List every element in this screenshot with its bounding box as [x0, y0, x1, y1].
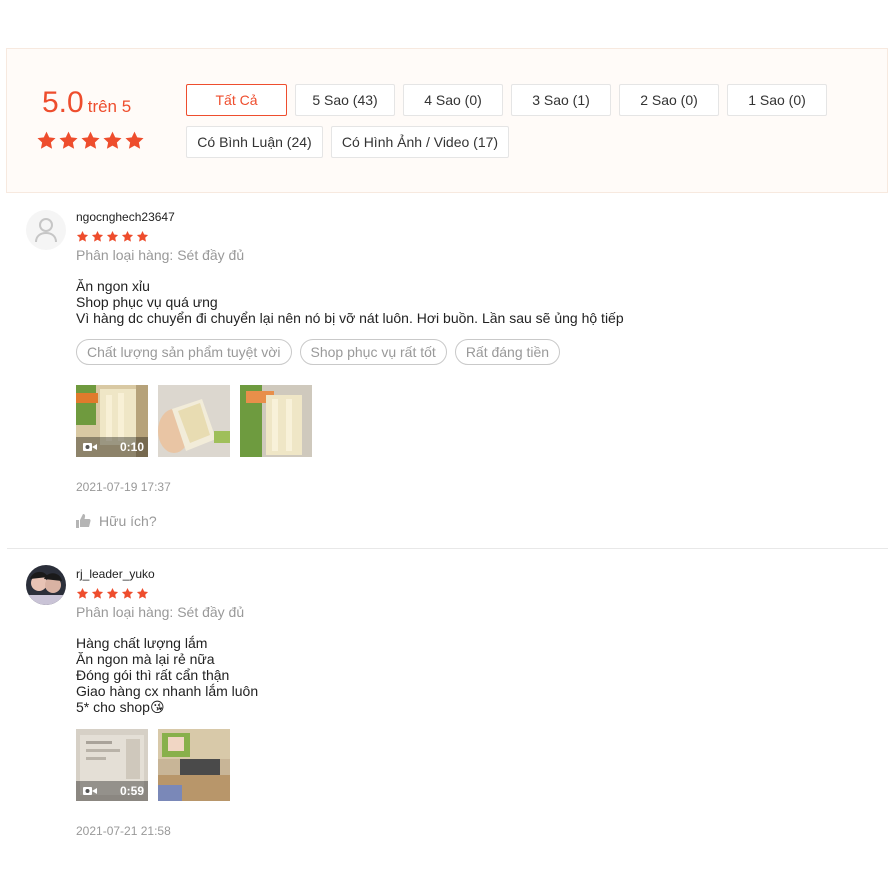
star-icon — [106, 587, 119, 599]
review-photo — [158, 729, 230, 801]
filter-with-comments-button[interactable]: Có Bình Luận (24) — [186, 126, 323, 158]
comment-line: 5* cho shop — [76, 699, 150, 715]
star-icon — [103, 131, 122, 149]
review-photo — [240, 385, 312, 457]
review-image-thumbnail[interactable] — [158, 729, 230, 801]
star-icon — [37, 131, 56, 149]
review-video-thumbnail[interactable]: 0:59 — [76, 729, 148, 801]
star-icon — [91, 230, 104, 242]
comment-line: Shop phục vụ quá ưng — [76, 294, 218, 310]
review-timestamp: 2021-07-19 17:37 — [76, 480, 171, 494]
comment-line: Giao hàng cx nhanh lắm luôn — [76, 683, 259, 699]
review-comment: Ăn ngon xỉu Shop phục vụ quá ưng Vì hàng… — [76, 278, 624, 326]
avatar[interactable] — [26, 210, 66, 250]
video-duration: 0:59 — [119, 784, 144, 798]
video-duration: 0:10 — [119, 440, 144, 454]
review-media: 0:59 — [76, 729, 230, 801]
filter-4-star-button[interactable]: 4 Sao (0) — [403, 84, 503, 116]
rating-summary-panel — [6, 48, 888, 193]
comment-line: Ăn ngon xỉu — [76, 278, 150, 294]
filter-with-media-button[interactable]: Có Hình Ảnh / Video (17) — [331, 126, 509, 158]
star-icon — [136, 587, 149, 599]
review-image-thumbnail[interactable] — [240, 385, 312, 457]
comment-line: Ăn ngon mà lại rẻ nữa — [76, 651, 215, 667]
overall-stars — [36, 130, 145, 151]
filter-3-star-button[interactable]: 3 Sao (1) — [511, 84, 611, 116]
review-variant: Phân loại hàng: Sét đầy đủ — [76, 604, 245, 620]
review-variant: Phân loại hàng: Sét đầy đủ — [76, 247, 245, 263]
review-tag: Shop phục vụ rất tốt — [299, 339, 447, 365]
comment-line: Vì hàng dc chuyển đi chuyển lại nên nó b… — [76, 310, 624, 326]
kiss-emoji: 😘 — [149, 699, 165, 715]
review-username[interactable]: rj_leader_yuko — [76, 567, 155, 581]
comment-line: Đóng gói thì rất cẩn thận — [76, 667, 230, 683]
star-icon — [125, 131, 144, 149]
filter-all-button[interactable]: Tất Cả — [186, 84, 287, 116]
score-value: 5.0 — [42, 86, 84, 119]
filter-2-star-button[interactable]: 2 Sao (0) — [619, 84, 719, 116]
review-timestamp: 2021-07-21 21:58 — [76, 824, 171, 838]
review-tags: Chất lượng sản phẩm tuyệt vời Shop phục … — [76, 339, 561, 365]
comment-line: Hàng chất lượng lắm — [76, 635, 208, 651]
helpful-label: Hữu ích? — [99, 513, 157, 529]
review-stars — [76, 587, 149, 600]
review-image-thumbnail[interactable] — [158, 385, 230, 457]
avatar[interactable] — [26, 565, 66, 605]
star-icon — [81, 131, 100, 149]
star-icon — [59, 131, 78, 149]
user-icon — [35, 218, 57, 243]
video-camera-icon — [83, 787, 97, 795]
review-stars — [76, 230, 149, 243]
star-icon — [76, 230, 89, 242]
review-tag: Chất lượng sản phẩm tuyệt vời — [76, 339, 292, 365]
star-icon — [91, 587, 104, 599]
review-divider — [7, 548, 888, 549]
filter-5-star-button[interactable]: 5 Sao (43) — [295, 84, 395, 116]
star-icon — [136, 230, 149, 242]
review-comment: Hàng chất lượng lắm Ăn ngon mà lại rẻ nữ… — [76, 635, 258, 715]
video-duration-bar: 0:59 — [76, 781, 148, 801]
review-photo — [158, 385, 230, 457]
comment-line-last: 5* cho shop😘 — [76, 699, 258, 715]
video-camera-icon — [83, 443, 97, 451]
star-icon — [76, 587, 89, 599]
review-username[interactable]: ngocnghech23647 — [76, 210, 175, 224]
star-icon — [121, 230, 134, 242]
review-media: 0:10 — [76, 385, 312, 457]
filter-1-star-button[interactable]: 1 Sao (0) — [727, 84, 827, 116]
star-icon — [121, 587, 134, 599]
video-duration-bar: 0:10 — [76, 437, 148, 457]
star-icon — [106, 230, 119, 242]
score-suffix: trên 5 — [87, 97, 132, 116]
helpful-button[interactable]: Hữu ích? — [76, 513, 157, 529]
review-video-thumbnail[interactable]: 0:10 — [76, 385, 148, 457]
review-tag: Rất đáng tiền — [454, 339, 561, 365]
user-avatar-photo — [26, 565, 66, 605]
thumbs-up-icon — [76, 514, 91, 528]
overall-score: 5.0 trên 5 — [42, 86, 131, 120]
